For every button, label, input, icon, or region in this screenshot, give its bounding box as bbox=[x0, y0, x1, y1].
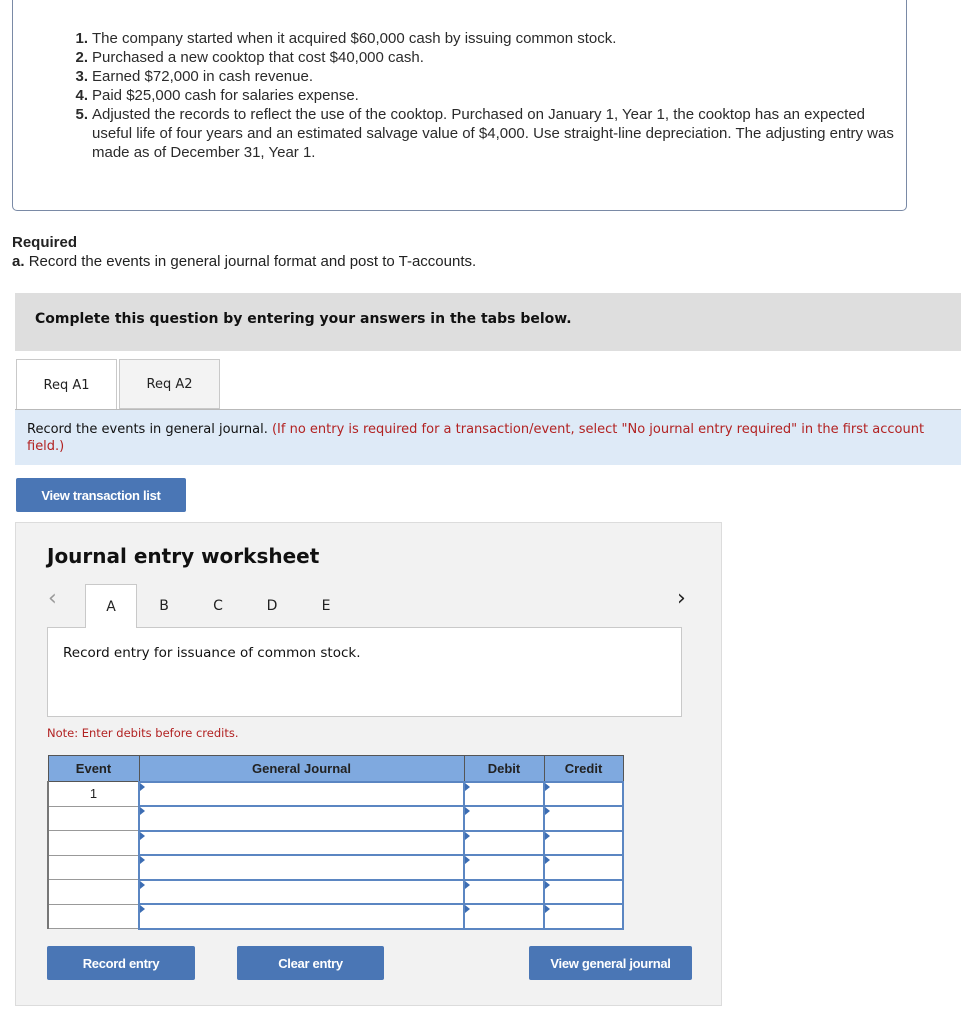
table-row: 1 bbox=[47, 780, 624, 807]
event-cell bbox=[47, 805, 140, 831]
worksheet-tabs: A B C D E bbox=[85, 584, 353, 628]
view-transaction-list-button[interactable]: View transaction list bbox=[16, 478, 186, 512]
entry-description: Record entry for issuance of common stoc… bbox=[47, 627, 682, 717]
account-input[interactable] bbox=[138, 878, 465, 905]
worksheet-tab-e[interactable]: E bbox=[299, 584, 353, 627]
account-input[interactable] bbox=[138, 854, 465, 881]
item-number: 5. bbox=[75, 106, 88, 123]
chevron-right-icon[interactable]: › bbox=[677, 586, 686, 611]
credit-input[interactable] bbox=[543, 903, 624, 930]
header-event: Event bbox=[47, 755, 140, 782]
debit-input[interactable] bbox=[463, 829, 545, 856]
credit-input[interactable] bbox=[543, 829, 624, 856]
event-cell: 1 bbox=[47, 781, 140, 807]
req-tabs: Req A1 Req A2 bbox=[16, 359, 220, 410]
journal-entry-worksheet: Journal entry worksheet ‹ A B C D E › Re… bbox=[15, 522, 722, 1006]
item-text: The company started when it acquired $60… bbox=[92, 30, 617, 47]
event-cell bbox=[47, 830, 140, 856]
table-row bbox=[47, 805, 624, 832]
problem-item: 5. Adjusted the records to reflect the us… bbox=[65, 105, 905, 162]
view-general-journal-button[interactable]: View general journal bbox=[529, 946, 692, 980]
debit-input[interactable] bbox=[463, 780, 545, 807]
account-input[interactable] bbox=[138, 903, 465, 930]
worksheet-tab-d[interactable]: D bbox=[245, 584, 299, 627]
info-main: Record the events in general journal. bbox=[27, 422, 268, 437]
worksheet-tab-c[interactable]: C bbox=[191, 584, 245, 627]
header-debit: Debit bbox=[463, 755, 545, 782]
header-general-journal: General Journal bbox=[138, 755, 465, 782]
debit-input[interactable] bbox=[463, 854, 545, 881]
table-row bbox=[47, 878, 624, 905]
part-text: Record the events in general journal for… bbox=[28, 253, 477, 270]
instruction-bar: Complete this question by entering your … bbox=[15, 293, 961, 351]
problem-box: 1. The company started when it acquired $… bbox=[12, 0, 907, 211]
worksheet-tab-b[interactable]: B bbox=[137, 584, 191, 627]
header-credit: Credit bbox=[543, 755, 624, 782]
table-row bbox=[47, 829, 624, 856]
part-label: a. bbox=[12, 253, 25, 270]
table-row bbox=[47, 903, 624, 930]
item-number: 4. bbox=[75, 87, 88, 104]
debit-input[interactable] bbox=[463, 878, 545, 905]
table-row bbox=[47, 854, 624, 881]
credit-input[interactable] bbox=[543, 854, 624, 881]
record-entry-button[interactable]: Record entry bbox=[47, 946, 195, 980]
event-cell bbox=[47, 879, 140, 905]
journal-table: Event General Journal Debit Credit 1 bbox=[47, 755, 624, 930]
item-text: Earned $72,000 in cash revenue. bbox=[92, 68, 313, 85]
required-title: Required bbox=[12, 234, 78, 251]
worksheet-tab-a[interactable]: A bbox=[85, 584, 137, 628]
debit-input[interactable] bbox=[463, 903, 545, 930]
account-input[interactable] bbox=[138, 780, 465, 807]
worksheet-title: Journal entry worksheet bbox=[47, 544, 320, 568]
account-input[interactable] bbox=[138, 829, 465, 856]
info-bar: Record the events in general journal. (I… bbox=[15, 409, 961, 465]
item-number: 2. bbox=[75, 49, 88, 66]
item-text: Adjusted the records to reflect the use … bbox=[92, 106, 894, 161]
clear-entry-button[interactable]: Clear entry bbox=[237, 946, 384, 980]
item-number: 1. bbox=[75, 30, 88, 47]
problem-item: 3. Earned $72,000 in cash revenue. bbox=[65, 67, 905, 86]
event-cell bbox=[47, 903, 140, 929]
debit-input[interactable] bbox=[463, 805, 545, 832]
event-cell bbox=[47, 854, 140, 880]
chevron-left-icon[interactable]: ‹ bbox=[48, 586, 57, 611]
problem-list: 1. The company started when it acquired $… bbox=[65, 29, 905, 162]
credit-input[interactable] bbox=[543, 780, 624, 807]
item-text: Purchased a new cooktop that cost $40,00… bbox=[92, 49, 424, 66]
credit-input[interactable] bbox=[543, 805, 624, 832]
required-section: Required a. Record the events in general… bbox=[12, 233, 476, 271]
item-number: 3. bbox=[75, 68, 88, 85]
tab-req-a2[interactable]: Req A2 bbox=[119, 359, 220, 409]
problem-item: 2. Purchased a new cooktop that cost $40,… bbox=[65, 48, 905, 67]
problem-item: 4. Paid $25,000 cash for salaries expense… bbox=[65, 86, 905, 105]
account-input[interactable] bbox=[138, 805, 465, 832]
journal-header-row: Event General Journal Debit Credit bbox=[47, 755, 624, 782]
instruction-text: Complete this question by entering your … bbox=[35, 311, 572, 327]
problem-item: 1. The company started when it acquired $… bbox=[65, 29, 905, 48]
tab-req-a1[interactable]: Req A1 bbox=[16, 359, 117, 410]
credit-input[interactable] bbox=[543, 878, 624, 905]
entry-note: Note: Enter debits before credits. bbox=[47, 726, 239, 740]
item-text: Paid $25,000 cash for salaries expense. bbox=[92, 87, 359, 104]
required-part-a: a. Record the events in general journal … bbox=[12, 252, 476, 271]
